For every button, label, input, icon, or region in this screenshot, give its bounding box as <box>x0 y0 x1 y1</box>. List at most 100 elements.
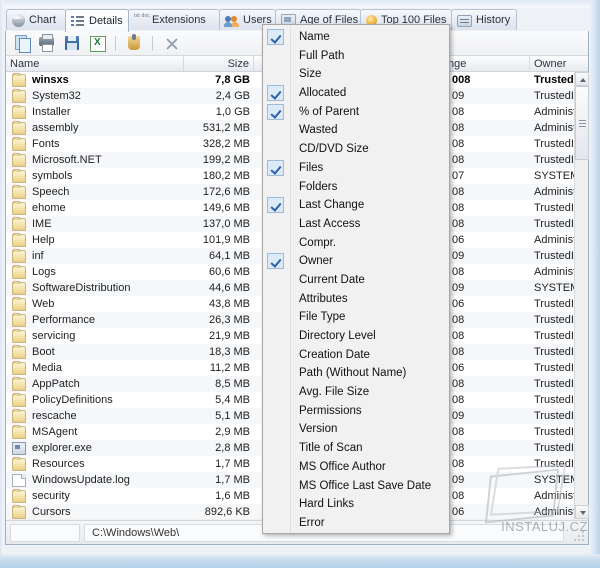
cell-size: 5,1 MB <box>184 408 254 424</box>
cell-name: Speech <box>28 184 184 200</box>
cell-change: 06 <box>448 232 530 248</box>
close-button[interactable] <box>161 33 181 53</box>
menu-item-files[interactable]: Files <box>263 159 449 178</box>
menu-item-full-path[interactable]: Full Path <box>263 47 449 66</box>
tab-history[interactable]: History <box>451 9 517 30</box>
menu-item-creation-date[interactable]: Creation Date <box>263 346 449 365</box>
menu-item-directory-level[interactable]: Directory Level <box>263 327 449 346</box>
folder-icon <box>12 138 26 151</box>
export-excel-button[interactable] <box>87 33 107 53</box>
cell-name: Performance <box>28 312 184 328</box>
print-button[interactable] <box>37 33 57 53</box>
cell-change: 008 <box>448 72 530 88</box>
menu-item-allocated[interactable]: Allocated <box>263 84 449 103</box>
bookmark-button[interactable] <box>124 33 144 53</box>
menu-item-label: % of Parent <box>299 106 359 118</box>
menu-item-label: Path (Without Name) <box>299 367 406 379</box>
cell-size: 60,6 MB <box>184 264 254 280</box>
folder-icon <box>12 298 26 311</box>
tab-extensions[interactable]: txt docExtensions <box>128 9 220 30</box>
column-header-size[interactable]: Size <box>184 56 254 72</box>
folder-icon <box>12 186 26 199</box>
menu-item-label: Permissions <box>299 405 362 417</box>
menu-item-file-type[interactable]: File Type <box>263 308 449 327</box>
menu-item-attributes[interactable]: Attributes <box>263 290 449 309</box>
menu-item-ms-office-author[interactable]: MS Office Author <box>263 458 449 477</box>
cell-size: 7,8 GB <box>184 72 254 88</box>
cell-change: 08 <box>448 104 530 120</box>
scroll-down-button[interactable] <box>575 505 589 519</box>
menu-item-label: Size <box>299 68 321 80</box>
menu-item-label: File Type <box>299 311 345 323</box>
folder-icon <box>12 266 26 279</box>
cell-change: 08 <box>448 200 530 216</box>
cell-name: symbols <box>28 168 184 184</box>
column-header-owner[interactable]: Owner <box>530 56 600 72</box>
cell-size: 1,0 GB <box>184 104 254 120</box>
save-icon <box>65 36 79 50</box>
cell-name: Web <box>28 296 184 312</box>
context-menu-items: NameFull Path Size Allocated % of Parent Was… <box>263 25 449 533</box>
menu-item-folders[interactable]: Folders <box>263 178 449 197</box>
menu-item-wasted[interactable]: Wasted <box>263 121 449 140</box>
menu-item-error[interactable]: Error <box>263 514 449 533</box>
menu-item-label: Folders <box>299 181 337 193</box>
check-icon <box>267 197 284 213</box>
cell-size: 2,4 GB <box>184 88 254 104</box>
window-frame-top <box>0 0 600 8</box>
menu-item-last-access[interactable]: Last Access <box>263 215 449 234</box>
window-frame-right <box>590 0 600 568</box>
cell-size: 8,5 MB <box>184 376 254 392</box>
cell-size: 2,8 MB <box>184 440 254 456</box>
cell-size: 21,9 MB <box>184 328 254 344</box>
save-button[interactable] <box>62 33 82 53</box>
resize-grip-icon[interactable] <box>573 530 585 542</box>
menu-item-permissions[interactable]: Permissions <box>263 402 449 421</box>
cell-change: 08 <box>448 424 530 440</box>
cell-size: 180,2 MB <box>184 168 254 184</box>
print-icon <box>39 37 54 46</box>
cell-change: 08 <box>448 376 530 392</box>
menu-item-hard-links[interactable]: Hard Links <box>263 495 449 514</box>
menu-item-label: Directory Level <box>299 330 376 342</box>
menu-item-owner[interactable]: Owner <box>263 252 449 271</box>
cell-name: IME <box>28 216 184 232</box>
menu-item-name[interactable]: Name <box>263 28 449 47</box>
column-header-change[interactable]: nge <box>448 56 530 72</box>
menu-item-size[interactable]: Size <box>263 65 449 84</box>
cell-size: 11,2 MB <box>184 360 254 376</box>
menu-item-cd-dvd-size[interactable]: CD/DVD Size <box>263 140 449 159</box>
cell-change: 09 <box>448 472 530 488</box>
tab-details[interactable]: Details <box>65 9 129 32</box>
menu-item-title-of-scan[interactable]: Title of Scan <box>263 439 449 458</box>
column-header-name[interactable]: Name <box>6 56 184 72</box>
cell-change: 09 <box>448 280 530 296</box>
menu-item-path-without-name[interactable]: Path (Without Name) <box>263 364 449 383</box>
cell-change: 08 <box>448 488 530 504</box>
cell-change: 08 <box>448 440 530 456</box>
column-chooser-context-menu[interactable]: NameFull Path Size Allocated % of Parent Was… <box>262 24 450 534</box>
menu-item-version[interactable]: Version <box>263 420 449 439</box>
menu-item-avg-file-size[interactable]: Avg. File Size <box>263 383 449 402</box>
scrollbar-thumb[interactable] <box>575 86 589 160</box>
menu-item-last-change[interactable]: Last Change <box>263 196 449 215</box>
folder-icon <box>12 202 26 215</box>
menu-item-compr[interactable]: Compr. <box>263 234 449 253</box>
cell-name: Boot <box>28 344 184 360</box>
folder-icon <box>12 90 26 103</box>
folder-icon <box>12 122 26 135</box>
menu-item-current-date[interactable]: Current Date <box>263 271 449 290</box>
cell-name: PolicyDefinitions <box>28 392 184 408</box>
menu-item-of-parent[interactable]: % of Parent <box>263 103 449 122</box>
cell-size: 101,9 MB <box>184 232 254 248</box>
application-window: ChartDetailstxt docExtensionsUsersAge of… <box>0 0 600 568</box>
copy-button[interactable] <box>12 33 32 53</box>
scroll-up-button[interactable] <box>575 72 589 86</box>
tab-chart[interactable]: Chart <box>6 9 66 30</box>
vertical-scrollbar[interactable] <box>574 72 588 519</box>
menu-item-ms-office-last-save-date[interactable]: MS Office Last Save Date <box>263 477 449 496</box>
menu-item-label: MS Office Author <box>299 461 386 473</box>
folder-icon <box>12 218 26 231</box>
window-frame-bottom <box>0 554 600 568</box>
cell-size: 44,6 MB <box>184 280 254 296</box>
